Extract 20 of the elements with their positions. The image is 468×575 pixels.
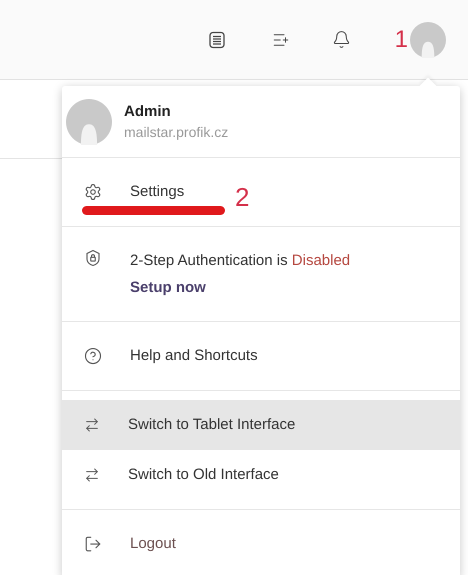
annotation-number: 2: [235, 182, 250, 212]
user-name: Admin: [124, 102, 172, 122]
help-icon: [84, 347, 102, 365]
menu-item[interactable]: Logout: [62, 510, 460, 575]
setup-now-link[interactable]: Setup now: [130, 274, 350, 301]
swap-arrows-icon: [84, 417, 100, 433]
user-domain: mailstar.profik.cz: [124, 122, 228, 142]
list-icon[interactable]: [208, 30, 226, 48]
shield-lock-icon: [84, 249, 102, 267]
bell-icon[interactable]: [332, 30, 351, 49]
settings-icon: [84, 183, 102, 201]
annotation-number: 1: [394, 24, 408, 54]
menu-item[interactable]: Switch to Tablet Interface: [62, 400, 460, 450]
menu-item[interactable]: Help and Shortcuts: [62, 322, 460, 390]
auth-status-text: 2-Step Authentication is Disabled: [130, 251, 350, 271]
user-avatar: [66, 98, 112, 144]
two-step-auth-item[interactable]: 2-Step Authentication is Disabled Setup now: [62, 227, 460, 321]
logout-icon: [84, 535, 102, 553]
swap-arrows-icon: [84, 467, 100, 483]
menu-item[interactable]: Switch to Old Interface: [62, 450, 460, 500]
